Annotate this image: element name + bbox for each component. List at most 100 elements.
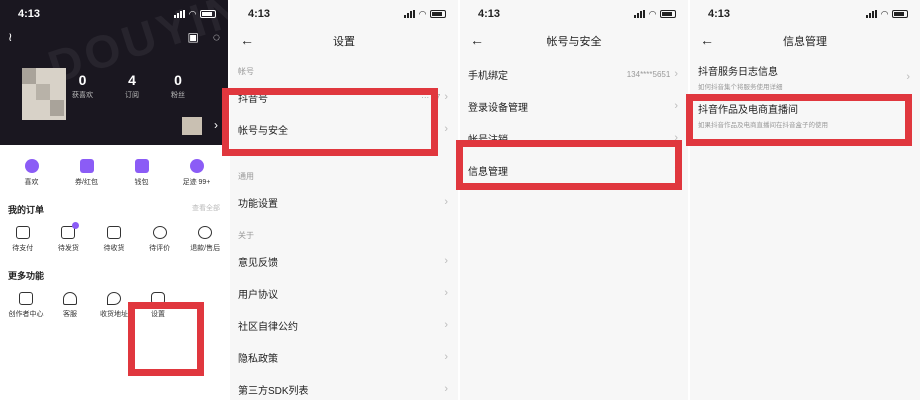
stat-label: 订阅 [125,92,139,99]
wifi-icon: ◠ [419,8,426,19]
row-label: 隐私政策 [238,353,278,365]
row-phone-binding[interactable]: 手机绑定 134****5651 › [460,58,688,90]
row-label: 手机绑定 [468,70,508,82]
signal-icon [866,10,878,18]
row-account-cancellation[interactable]: 帐号注销 › [460,122,688,154]
avatar[interactable] [22,68,66,120]
settings-button[interactable]: 设置 [136,292,180,319]
row-privacy-policy[interactable]: 隐私政策 › [230,341,458,373]
profile-thumbnail[interactable] [182,117,202,135]
chevron-right-icon[interactable]: › [214,118,218,132]
back-arrow-icon[interactable]: ← [470,32,484,48]
more-functions-grid: 创作者中心 客服 收货地址 设置 [0,288,228,323]
page-title: 帐号与安全 [546,36,602,48]
row-community-guidelines[interactable]: 社区自律公约 › [230,309,458,341]
nav-bar: ← 帐号与安全 [460,28,688,54]
row-label: 帐号与安全 [238,125,288,137]
wallet-icon [134,159,149,173]
creator-center-button[interactable]: 创作者中心 [4,292,48,319]
profile-top-actions: ≀ ▣ ◌ [8,30,220,44]
group-label-general: 通用 [238,172,254,181]
row-account-security[interactable]: 帐号与安全 › [230,113,458,145]
quick-actions: 喜欢 券/红包 钱包 足迹 99+ [0,145,228,193]
order-refund[interactable]: 退款/售后 [183,226,227,253]
stat-label: 获喜欢 [72,92,93,99]
nav-bar: ← 信息管理 [690,28,920,54]
stat-number: 0 [174,72,182,88]
order-pending-review[interactable]: 待评价 [138,226,182,253]
battery-icon [892,10,908,18]
chevron-right-icon: › [444,319,448,331]
truck-icon [106,226,121,239]
order-label: 退款/售后 [190,245,221,252]
wifi-icon: ◠ [881,8,888,19]
row-label: 抖音号 [238,93,268,105]
wifi-icon: ◠ [649,8,656,19]
row-feedback[interactable]: 意见反馈 › [230,245,458,277]
stat-following[interactable]: 4 订阅 [125,72,139,100]
row-label: 帐号注销 [468,134,508,146]
function-label: 收货地址 [100,311,128,318]
back-arrow-icon[interactable]: ← [240,32,254,48]
stat-number: 0 [78,72,87,88]
chevron-right-icon: › [906,109,910,121]
orders-section-header: 我的订单 查看全部 [0,193,228,222]
menu-icon[interactable]: ≀ [8,30,13,44]
headset-icon [63,292,77,305]
row-label: 信息管理 [468,166,508,178]
row-label: 意见反馈 [238,257,278,269]
camera-icon[interactable]: ▣ [188,30,199,44]
orders-title: 我的订单 [8,205,45,215]
phone-value: 134****5651 [626,69,671,79]
row-value: ··· 07 › [421,91,448,103]
quick-history[interactable]: 足迹 99+ [175,159,219,187]
row-sdk-list[interactable]: 第三方SDK列表 › [230,373,458,400]
chevron-right-icon: › [674,100,678,112]
notification-badge [72,222,80,229]
row-douyin-id[interactable]: 抖音号 ··· 07 › [230,81,458,113]
profile-header: DOUYIN 4:13 ◠ ≀ ▣ ◌ 0 获喜欢 4 订阅 0 粉丝 › [0,0,228,145]
stat-fans[interactable]: 0 粉丝 [171,72,185,100]
status-bar: 4:13 ◠ [460,0,688,28]
gear-icon [151,292,165,305]
customer-service-button[interactable]: 客服 [48,292,92,319]
row-works-live[interactable]: 抖音作品及电商直播间 如果抖音作品及电商直播间在抖音盒子的使用 › [690,96,920,134]
info-management-screen: 4:13 ◠ ← 信息管理 抖音服务日志信息 如何抖音集个将服务使用详细 › 抖… [690,0,920,400]
coupon-icon [79,159,94,173]
row-value: 134****5651 › [627,68,678,80]
group-label-about: 关于 [238,231,254,240]
status-icons: ◠ [634,9,676,20]
row-label: 抖音服务日志信息 [698,67,778,78]
battery-icon [660,10,676,18]
quick-label: 喜欢 [24,179,39,186]
avatar-pixel [36,84,50,100]
back-arrow-icon[interactable]: ← [700,32,714,48]
address-button[interactable]: 收货地址 [92,292,136,319]
row-user-agreement[interactable]: 用户协议 › [230,277,458,309]
page-title: 信息管理 [783,36,827,48]
quick-wallet[interactable]: 钱包 [120,159,164,187]
quick-likes[interactable]: 喜欢 [10,159,54,187]
settings-screen: 4:13 ◠ ← 设置 帐号 抖音号 ··· 07 › 帐号与安全 › 通用 功能… [230,0,458,400]
row-label: 第三方SDK列表 [238,385,309,397]
orders-view-all-link[interactable]: 查看全部 [192,203,220,216]
row-info-management[interactable]: 信息管理 › [460,154,688,186]
orders-grid: 待支付 待发货 待收货 待评价 退款/售后 [0,222,228,259]
row-service-log[interactable]: 抖音服务日志信息 如何抖音集个将服务使用详细 › [690,58,920,96]
row-login-devices[interactable]: 登录设备管理 › [460,90,688,122]
row-function-settings[interactable]: 功能设置 › [230,186,458,218]
quick-coupons[interactable]: 券/红包 [65,159,109,187]
chevron-right-icon: › [444,287,448,299]
stat-likes[interactable]: 0 获喜欢 [72,72,93,100]
order-pending-shipment[interactable]: 待发货 [46,222,90,253]
status-bar: 4:13 ◠ [690,0,920,28]
message-icon[interactable]: ◌ [213,30,220,44]
screenshot-strip: DOUYIN 4:13 ◠ ≀ ▣ ◌ 0 获喜欢 4 订阅 0 粉丝 › 喜欢… [0,0,920,400]
quick-label: 足迹 99+ [182,179,211,186]
order-pending-payment[interactable]: 待支付 [1,226,45,253]
order-pending-receipt[interactable]: 待收货 [92,226,136,253]
more-title: 更多功能 [8,271,45,281]
battery-icon [200,10,216,18]
order-label: 待评价 [149,245,171,252]
quick-label: 钱包 [134,179,149,186]
